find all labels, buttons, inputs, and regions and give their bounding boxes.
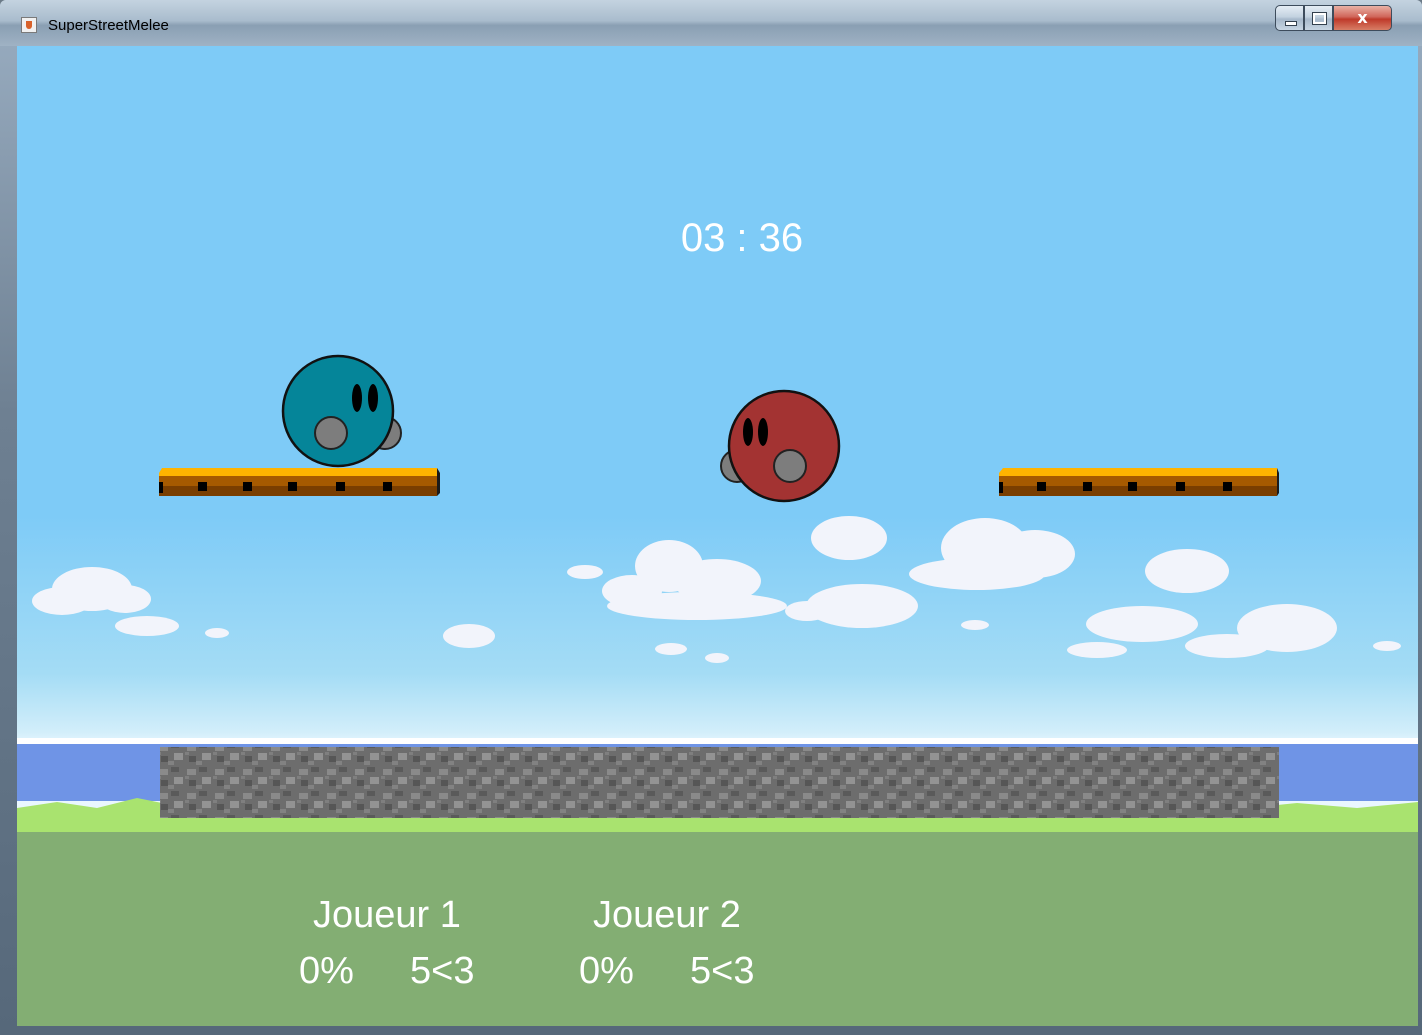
close-icon: x (1357, 8, 1368, 27)
caption-buttons: x (1275, 5, 1418, 33)
player-2-name: Joueur 2 (593, 894, 741, 936)
player-2-character (720, 389, 841, 503)
cloud-left (32, 567, 495, 648)
game-canvas[interactable]: 03 : 36 Joueur 1 0% 5<3 Joueur 2 0% 5<3 (17, 46, 1418, 1026)
java-app-icon[interactable] (21, 17, 37, 33)
player-1-character (281, 354, 402, 468)
maximize-button[interactable] (1304, 5, 1333, 31)
cloud-right (909, 518, 1401, 658)
player-1-name: Joueur 1 (313, 894, 461, 936)
platform-right (999, 468, 1279, 496)
window-title: SuperStreetMelee (48, 17, 169, 34)
match-timer: 03 : 36 (680, 216, 804, 260)
player-2-lives: 5<3 (690, 950, 755, 992)
minimize-button[interactable] (1275, 5, 1304, 31)
stone-wall (160, 747, 1279, 818)
platform-left (159, 468, 440, 496)
title-bar[interactable]: SuperStreetMelee x (0, 0, 1422, 46)
player-1-lives: 5<3 (410, 950, 475, 992)
cloud-center (567, 516, 918, 663)
close-button[interactable]: x (1333, 5, 1392, 31)
player-2-damage: 0% (579, 950, 634, 992)
player-1-damage: 0% (299, 950, 354, 992)
game-window: SuperStreetMelee x 03: 36 Joueur 1 0% 5… (0, 0, 1422, 1035)
clouds (32, 516, 1401, 663)
stage-graphics (17, 354, 1418, 1026)
